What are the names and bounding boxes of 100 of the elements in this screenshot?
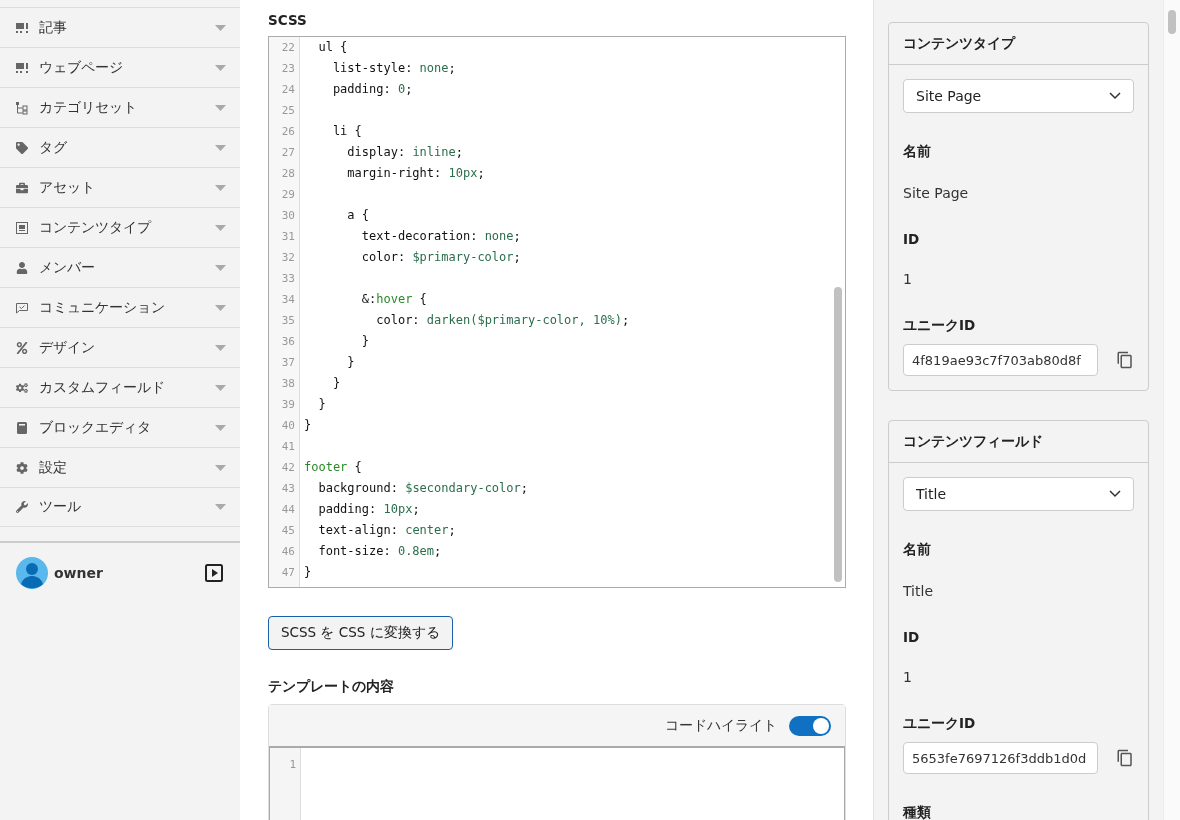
code-line: list-style: none; (331, 60, 457, 77)
line-number: 33 (280, 271, 296, 287)
code-line: font-size: 0.8em; (317, 543, 443, 560)
line-number: 29 (280, 187, 296, 203)
page-icon (15, 60, 29, 75)
section-label: テンプレートの内容 (268, 678, 395, 696)
field-label: 種類 (903, 804, 932, 820)
sidebar-item[interactable]: コンテンツタイプ (0, 207, 240, 247)
line-number: 26 (280, 124, 296, 140)
line-number: 34 (280, 292, 296, 308)
line-number: 36 (280, 334, 296, 350)
field-label: ID (903, 629, 921, 645)
card-title: コンテンツタイプ (889, 23, 1148, 65)
article-icon (15, 20, 29, 35)
sidebar-item[interactable]: 記事 (0, 7, 240, 47)
user-icon (15, 260, 29, 275)
field-label: ID (903, 231, 921, 247)
code-line: } (303, 417, 313, 434)
copy-icon[interactable] (1116, 749, 1134, 767)
tag-icon (15, 140, 29, 155)
field-value: Site Page (903, 185, 970, 201)
id-field[interactable]: 5653fe7697126f3ddb1d0d (903, 742, 1098, 774)
sidebar-item[interactable]: コミュニケーション (0, 287, 240, 327)
code-line: color: $primary-color; (360, 249, 522, 266)
line-number: 23 (280, 61, 296, 77)
code-line: ul { (317, 39, 349, 56)
code-line: } (360, 333, 371, 350)
layout-icon (15, 220, 29, 235)
code-line: padding: 10px; (317, 501, 421, 518)
chevron-icon (1109, 92, 1121, 100)
code-line: display: inline; (346, 144, 464, 161)
line-number: 47 (280, 565, 296, 581)
line-number: 27 (280, 145, 296, 161)
line-number: 43 (280, 481, 296, 497)
code-line: &:hover { (360, 291, 428, 308)
copy-icon[interactable] (1116, 351, 1134, 369)
line-number: 24 (280, 82, 296, 98)
code-line: margin-right: 10px; (346, 165, 486, 182)
sidebar-item[interactable]: ウェブページ (0, 47, 240, 87)
line-number: 35 (280, 313, 296, 329)
scrollbar-thumb[interactable] (1168, 10, 1176, 34)
line-number: 41 (280, 439, 296, 455)
field-label: 名前 (903, 143, 932, 161)
line-number: 37 (280, 355, 296, 371)
avatar-icon (16, 557, 48, 589)
sidebar-item[interactable]: カテゴリセット (0, 87, 240, 127)
line-number: 46 (280, 544, 296, 560)
play-icon[interactable] (204, 563, 224, 583)
sidebar-item[interactable]: 設定 (0, 447, 240, 487)
line-number: 32 (280, 250, 296, 266)
sidebar-item[interactable]: タグ (0, 127, 240, 167)
select-field[interactable]: Title (903, 477, 1134, 511)
sidebar-item[interactable]: カスタムフィールド (0, 367, 240, 407)
line-number: 39 (280, 397, 296, 413)
chat-icon (15, 300, 29, 315)
code-line: a { (346, 207, 371, 224)
scrollbar-thumb[interactable] (834, 287, 842, 582)
line-number: 45 (280, 523, 296, 539)
code-line: } (331, 375, 342, 392)
sidebar-item[interactable]: デザイン (0, 327, 240, 367)
line-number: 30 (280, 208, 296, 224)
field-value: 1 (903, 669, 913, 685)
highlight-toggle[interactable] (789, 715, 831, 736)
line-number: 44 (280, 502, 296, 518)
field-label: ユニークID (903, 317, 977, 335)
line-number: 42 (280, 460, 296, 476)
code-line: text-decoration: none; (360, 228, 522, 245)
select-field[interactable]: Site Page (903, 79, 1134, 113)
line-number: 28 (280, 166, 296, 182)
chevron-icon (1109, 490, 1121, 498)
field-label: ユニークID (903, 715, 977, 733)
sidebar-item[interactable]: アセット (0, 167, 240, 207)
sidebar-item[interactable]: メンバー (0, 247, 240, 287)
settings-icon (15, 460, 29, 475)
code-line: } (303, 564, 313, 581)
code-line: li { (331, 123, 363, 140)
line-number: 40 (280, 418, 296, 434)
user-name: owner (54, 565, 104, 581)
block-icon (15, 420, 29, 435)
briefcase-icon (15, 180, 29, 195)
code-line: padding: 0; (331, 81, 414, 98)
line-number: 1 (288, 757, 297, 773)
convert-button[interactable]: SCSS を CSS に変換する (268, 616, 453, 650)
code-line: } (346, 354, 356, 371)
code-line: text-align: center; (317, 522, 457, 539)
section-label: SCSS (268, 12, 308, 28)
code-line: footer { (303, 459, 363, 476)
wrench-icon (15, 500, 29, 514)
line-number: 38 (280, 376, 296, 392)
code-line: color: darken($primary-color, 10%); (375, 312, 631, 329)
sidebar-item[interactable]: ツール (0, 487, 240, 527)
field-value: 1 (903, 271, 913, 287)
hierarchy-icon (15, 100, 29, 115)
percent-icon (15, 340, 29, 355)
sidebar-item[interactable]: ブロックエディタ (0, 407, 240, 447)
field-value: Title (903, 583, 934, 599)
line-number: 22 (280, 40, 296, 56)
line-number: 31 (280, 229, 296, 245)
id-field[interactable]: 4f819ae93c7f703ab80d8f (903, 344, 1098, 376)
gears-icon (15, 380, 29, 395)
